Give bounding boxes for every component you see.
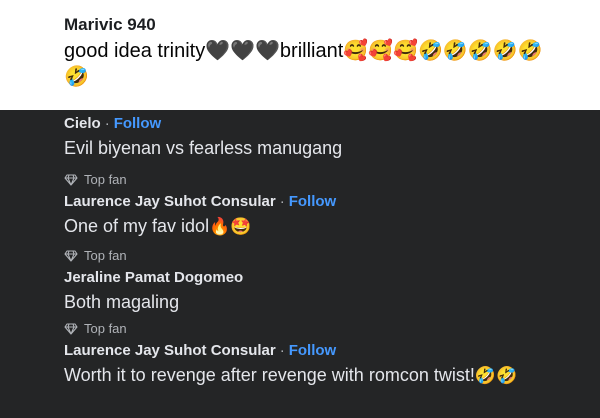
comment-text: Both magaling xyxy=(64,292,180,312)
comment-text: Worth it to revenge after revenge with r… xyxy=(64,365,475,385)
comments-section: Cielo · Follow Evil biyenan vs fearless ma… xyxy=(0,110,600,418)
comment-text: Evil biyenan vs fearless manugang xyxy=(64,138,343,158)
comment-author[interactable]: Laurence Jay Suhot Consular xyxy=(64,342,276,359)
badge-label: Top fan xyxy=(84,248,127,263)
diamond-icon xyxy=(64,174,78,186)
comment-text: One of my fav idol xyxy=(64,216,210,236)
badge-label: Top fan xyxy=(84,172,127,187)
comment-emojis: 🤣🤣 xyxy=(474,366,518,385)
separator-dot: · xyxy=(104,115,110,132)
follow-button[interactable]: Follow xyxy=(289,193,337,210)
comment-item: Cielo · Follow Evil biyenan vs fearless ma… xyxy=(64,114,590,160)
comment-author[interactable]: Cielo xyxy=(64,115,101,132)
comment-header: Laurence Jay Suhot Consular · Follow xyxy=(64,192,590,212)
diamond-icon xyxy=(64,323,78,335)
separator-dot: · xyxy=(279,342,285,359)
diamond-icon xyxy=(64,250,78,262)
follow-button[interactable]: Follow xyxy=(289,342,337,359)
top-fan-badge: Top fan xyxy=(64,172,590,188)
comment-body: One of my fav idol🔥🤩 xyxy=(64,214,590,239)
comment-author[interactable]: Jeraline Pamat Dogomeo xyxy=(64,269,243,286)
comment-emojis: 🔥🤩 xyxy=(209,217,252,236)
comment-author[interactable]: Laurence Jay Suhot Consular xyxy=(64,193,276,210)
separator-dot: · xyxy=(279,193,285,210)
comment-header: Laurence Jay Suhot Consular · Follow xyxy=(64,341,590,361)
top-comment: Marivic 940 good idea trinity🖤🖤🖤brillian… xyxy=(0,0,600,110)
top-fan-badge: Top fan xyxy=(64,248,590,264)
comment-author[interactable]: Marivic 940 xyxy=(64,15,156,35)
comment-item: Top fan Laurence Jay Suhot Consular · Foll… xyxy=(64,321,590,388)
badge-label: Top fan xyxy=(84,321,127,336)
comment-item: Top fan Jeraline Pamat Dogomeo Both maga… xyxy=(64,248,590,314)
comment-header: Cielo · Follow xyxy=(64,114,590,134)
top-fan-badge: Top fan xyxy=(64,321,590,337)
follow-button[interactable]: Follow xyxy=(114,115,162,132)
comment-header: Jeraline Pamat Dogomeo xyxy=(64,268,590,288)
comment-item: Top fan Laurence Jay Suhot Consular · Foll… xyxy=(64,172,590,239)
comment-text: good idea trinity🖤🖤🖤brilliant🥰🥰🥰🤣🤣🤣🤣🤣🤣 xyxy=(64,40,543,88)
comment-body: Worth it to revenge after revenge with r… xyxy=(64,363,590,388)
